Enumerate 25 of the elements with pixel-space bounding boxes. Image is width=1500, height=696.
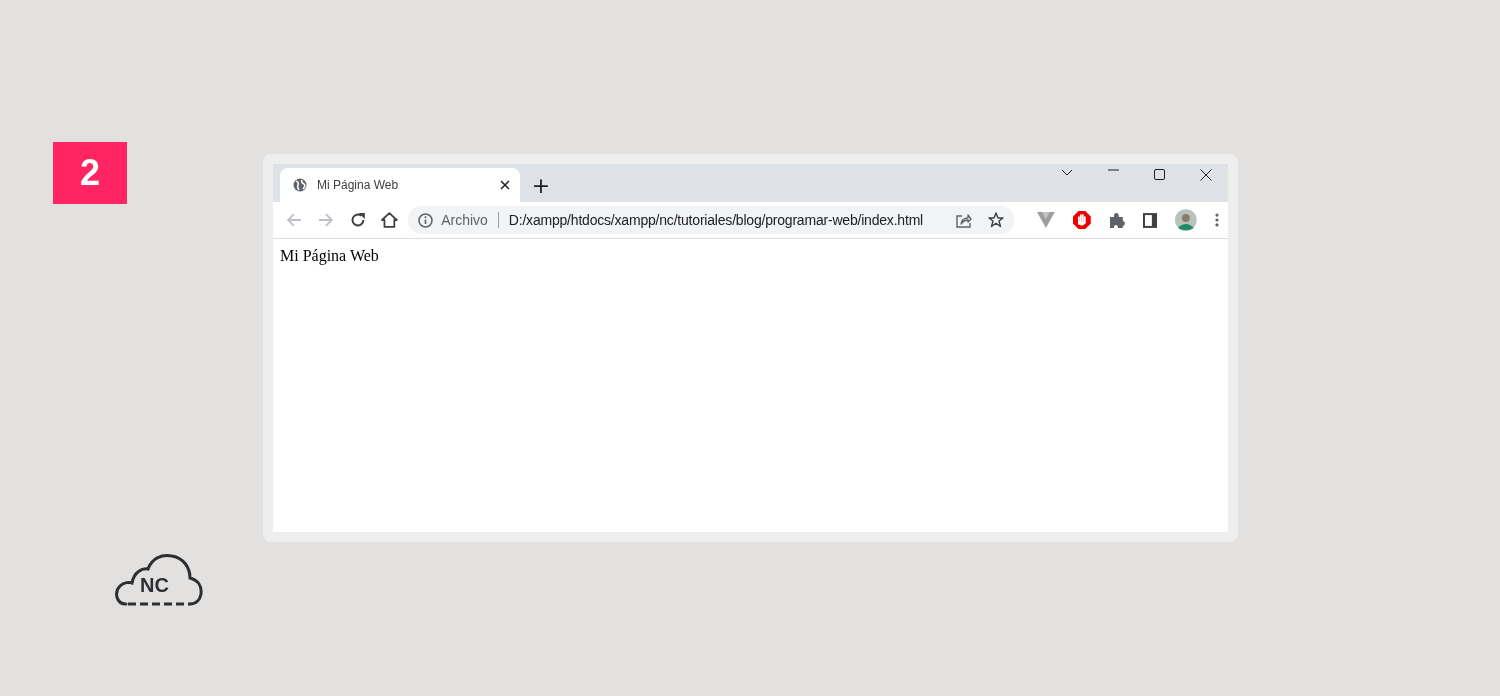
stop-hand-icon[interactable] (1073, 211, 1091, 229)
v-logo-icon[interactable] (1037, 212, 1055, 228)
close-icon[interactable] (1200, 169, 1212, 181)
star-icon[interactable] (988, 212, 1005, 228)
close-icon[interactable] (500, 180, 510, 190)
maximize-icon[interactable] (1154, 169, 1165, 180)
new-tab-button[interactable]: + (526, 168, 556, 202)
side-panel-icon[interactable] (1142, 212, 1158, 228)
puzzle-piece-icon[interactable] (1108, 212, 1125, 228)
tab-title: Mi Página Web (317, 178, 400, 192)
globe-icon (293, 178, 307, 192)
scheme-label: Archivo (441, 212, 488, 228)
url-text: D:/xampp/htdocs/xampp/nc/tutoriales/blog/programar-web/index.html (508, 212, 923, 228)
more-menu-icon[interactable] (1215, 213, 1219, 227)
cloud-logo: NC (114, 552, 204, 608)
share-icon[interactable] (956, 212, 973, 228)
step-number-badge: 2 (53, 142, 127, 204)
chevron-down-icon[interactable] (1061, 169, 1073, 177)
reload-icon[interactable] (349, 212, 366, 228)
home-icon[interactable] (381, 212, 399, 228)
address-bar[interactable]: Archivo D:/xampp/htdocs/xampp/nc/tutoriales/blog/programar-web/index.html (408, 206, 1015, 234)
info-icon[interactable] (418, 212, 434, 228)
avatar-icon[interactable] (1175, 209, 1198, 231)
page-heading-text: Mi Página Web (280, 247, 379, 264)
browser-tab[interactable]: Mi Página Web (280, 168, 520, 202)
